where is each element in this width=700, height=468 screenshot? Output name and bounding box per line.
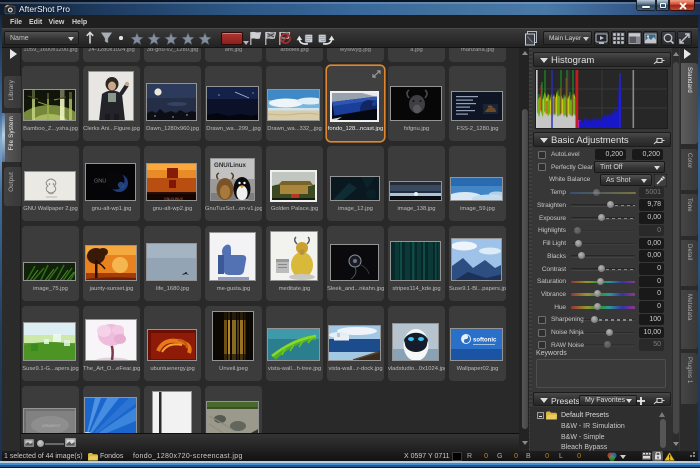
svg-text:URBANRIOT: URBANRIOT (42, 424, 61, 428)
svg-text:GNU/Linux: GNU/Linux (214, 162, 247, 169)
svg-text:GNU/LINUX: GNU/LINUX (164, 197, 184, 201)
svg-text:softonic: softonic (473, 337, 497, 343)
svg-text:GNU: GNU (94, 178, 106, 184)
